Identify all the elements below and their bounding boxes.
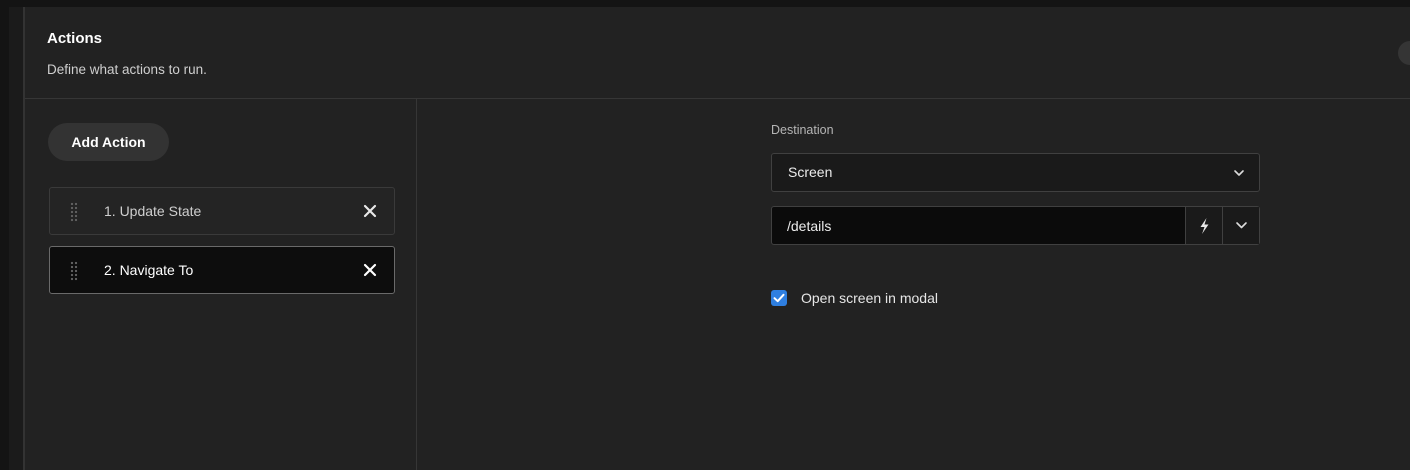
action-item-label: 2. Navigate To <box>104 262 194 278</box>
action-item-navigate-to[interactable]: 2. Navigate To <box>49 246 395 294</box>
action-config: Destination Screen /details Open screen … <box>418 99 1410 470</box>
panel-subtitle: Define what actions to run. <box>47 62 207 77</box>
drag-handle-icon[interactable] <box>70 202 78 222</box>
action-item-update-state[interactable]: 1. Update State <box>49 187 395 235</box>
screen-path-field <box>771 206 1260 245</box>
app-frame: Actions Define what actions to run. Add … <box>0 0 1410 470</box>
actions-panel: Actions Define what actions to run. Add … <box>23 7 1410 470</box>
panel-header: Actions Define what actions to run. <box>25 7 1410 99</box>
open-in-modal-checkbox[interactable] <box>771 290 787 306</box>
lightning-bolt-icon <box>1200 218 1209 234</box>
checkmark-icon <box>773 293 785 303</box>
close-icon[interactable] <box>360 260 380 280</box>
top-edge <box>9 0 1410 7</box>
bindings-button[interactable] <box>1185 207 1222 244</box>
drag-handle-icon[interactable] <box>70 261 78 281</box>
left-edge <box>0 0 9 470</box>
action-item-label: 1. Update State <box>104 203 202 219</box>
actions-sidebar: Add Action 1. Update State 2. Navigate T… <box>25 99 417 470</box>
open-in-modal-label: Open screen in modal <box>801 290 938 306</box>
destination-select[interactable]: Screen <box>771 153 1260 192</box>
destination-value: Screen <box>788 164 833 180</box>
add-action-button[interactable]: Add Action <box>48 123 169 161</box>
screen-path-input[interactable] <box>772 207 1185 244</box>
path-options-dropdown[interactable] <box>1222 207 1259 244</box>
close-icon[interactable] <box>360 201 380 221</box>
panel-title: Actions <box>47 30 103 47</box>
chevron-down-icon <box>1236 222 1247 229</box>
chevron-down-icon <box>1234 170 1244 176</box>
destination-label: Destination <box>771 123 834 137</box>
